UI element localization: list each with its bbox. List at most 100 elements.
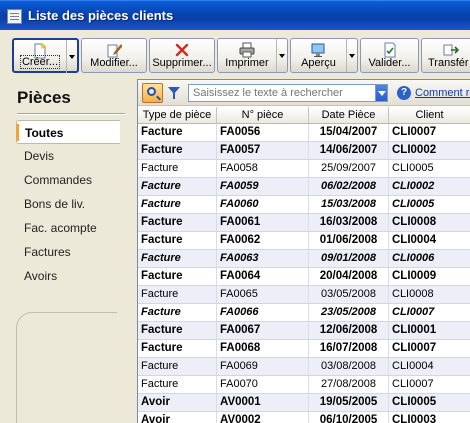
search-input[interactable] [188,84,388,102]
cell-date: 25/09/2007 [309,160,389,177]
cell-date: 19/05/2005 [309,394,389,411]
main-panel: ? Comment re Type de pièce N° pièce Date… [137,79,470,423]
cell-type: Avoir [138,394,217,411]
modify-button[interactable]: Modifier... [81,38,147,73]
table-row[interactable]: Facture FA0062 01/06/2008 CLI0004 [138,232,470,250]
cell-client: CLI0002 [389,178,470,195]
cell-client: CLI0005 [389,196,470,213]
help-link[interactable]: Comment re [415,87,470,99]
column-header-client[interactable]: Client [389,107,470,124]
cell-numero: FA0068 [217,340,309,357]
cell-type: Facture [138,214,217,231]
delete-x-icon [175,43,189,57]
table-row[interactable]: Facture FA0068 16/07/2008 CLI0007 [138,340,470,358]
table-row[interactable]: Facture FA0057 14/06/2007 CLI0002 [138,142,470,160]
sidebar-item-avoirs[interactable]: Avoirs [16,264,117,288]
table-row[interactable]: Facture FA0065 03/05/2008 CLI0008 [138,286,470,304]
table-row[interactable]: Facture FA0070 27/08/2008 CLI0007 [138,376,470,394]
sidebar-item-fac-acompte[interactable]: Fac. acompte [16,216,117,240]
cell-type: Facture [138,160,217,177]
cell-client: CLI0004 [389,232,470,249]
column-header-numero[interactable]: N° pièce [217,107,309,124]
search-dropdown-arrow[interactable] [375,85,387,101]
sidebar-item-bons-de-liv[interactable]: Bons de liv. [16,192,117,216]
cell-type: Facture [138,124,217,141]
table-header: Type de pièce N° pièce Date Pièce Client [138,107,470,124]
cell-type: Facture [138,322,217,339]
validate-button[interactable]: Valider... [360,38,419,73]
cell-client: CLI0001 [389,322,470,339]
cell-client: CLI0007 [389,124,470,141]
preview-dropdown-arrow[interactable] [346,39,357,72]
table-row[interactable]: Facture FA0066 23/05/2008 CLI0007 [138,304,470,322]
cell-type: Facture [138,178,217,195]
cell-date: 06/02/2008 [309,178,389,195]
delete-button-label: Supprimer... [152,57,212,69]
table-row[interactable]: Facture FA0056 15/04/2007 CLI0007 [138,124,470,142]
window-title: Liste des pièces clients [28,8,174,23]
cell-date: 20/04/2008 [309,268,389,285]
table-row[interactable]: Facture FA0061 16/03/2008 CLI0008 [138,214,470,232]
table-row[interactable]: Avoir AV0001 19/05/2005 CLI0005 [138,394,470,412]
cell-numero: FA0058 [217,160,309,177]
toolbar: Créer... Modifier... Supprimer... Imprim… [0,30,470,76]
table-row[interactable]: Facture FA0064 20/04/2008 CLI0009 [138,268,470,286]
cell-numero: FA0069 [217,358,309,375]
cell-numero: FA0067 [217,322,309,339]
transfer-button[interactable]: Transfér [421,38,470,73]
printer-icon [239,42,254,58]
cell-type: Facture [138,340,217,357]
filter-icon[interactable] [168,87,180,99]
cell-numero: FA0057 [217,142,309,159]
sidebar-item-devis[interactable]: Devis [16,144,117,168]
create-button[interactable]: Créer... [12,38,79,73]
cell-client: CLI0004 [389,358,470,375]
cell-client: CLI0007 [389,376,470,393]
cell-date: 14/06/2007 [309,142,389,159]
sidebar-item-toutes[interactable]: Toutes [16,120,120,144]
preview-button[interactable]: Aperçu [290,38,358,73]
column-header-type[interactable]: Type de pièce [138,107,217,124]
table-row[interactable]: Facture FA0059 06/02/2008 CLI0002 [138,178,470,196]
table-body: Facture FA0056 15/04/2007 CLI0007 Facture FA0… [138,124,470,423]
cell-type: Facture [138,250,217,267]
help-icon[interactable]: ? [397,86,411,100]
table-row[interactable]: Avoir AV0002 06/10/2005 CLI0003 [138,412,470,423]
cell-date: 16/03/2008 [309,214,389,231]
sidebar: Pièces Toutes Devis Commandes Bons de li… [0,76,132,423]
table-row[interactable]: Facture FA0060 15/03/2008 CLI0005 [138,196,470,214]
cell-numero: FA0060 [217,196,309,213]
sidebar-item-factures[interactable]: Factures [16,240,117,264]
table-row[interactable]: Facture FA0067 12/06/2008 CLI0001 [138,322,470,340]
app-list-icon [7,9,22,24]
cell-numero: FA0065 [217,286,309,303]
print-dropdown-arrow[interactable] [276,39,287,72]
transfer-icon [443,44,459,56]
table-row[interactable]: Facture FA0069 03/08/2008 CLI0004 [138,358,470,376]
cell-date: 15/03/2008 [309,196,389,213]
delete-button[interactable]: Supprimer... [149,38,215,73]
cell-client: CLI0002 [389,142,470,159]
table-row[interactable]: Facture FA0063 09/01/2008 CLI0006 [138,250,470,268]
cell-client: CLI0007 [389,340,470,357]
title-bar[interactable]: Liste des pièces clients [0,0,470,30]
cell-numero: AV0002 [217,412,309,423]
table-row[interactable]: Facture FA0058 25/09/2007 CLI0005 [138,160,470,178]
search-icon [147,87,156,96]
cell-numero: FA0062 [217,232,309,249]
print-button[interactable]: Imprimer [217,38,288,73]
search-bar: ? Comment re [138,80,470,106]
cell-date: 03/05/2008 [309,286,389,303]
modify-button-label: Modifier... [90,57,138,69]
pieces-table: Type de pièce N° pièce Date Pièce Client… [138,107,470,423]
cell-client: CLI0007 [389,304,470,321]
cell-type: Avoir [138,412,217,423]
cell-type: Facture [138,142,217,159]
sidebar-item-commandes[interactable]: Commandes [16,168,117,192]
search-button[interactable] [142,83,163,103]
cell-numero: FA0061 [217,214,309,231]
column-header-date[interactable]: Date Pièce [309,107,389,124]
cell-client: CLI0005 [389,160,470,177]
create-dropdown-arrow[interactable] [66,40,77,73]
create-button-label: Créer... [19,55,61,69]
